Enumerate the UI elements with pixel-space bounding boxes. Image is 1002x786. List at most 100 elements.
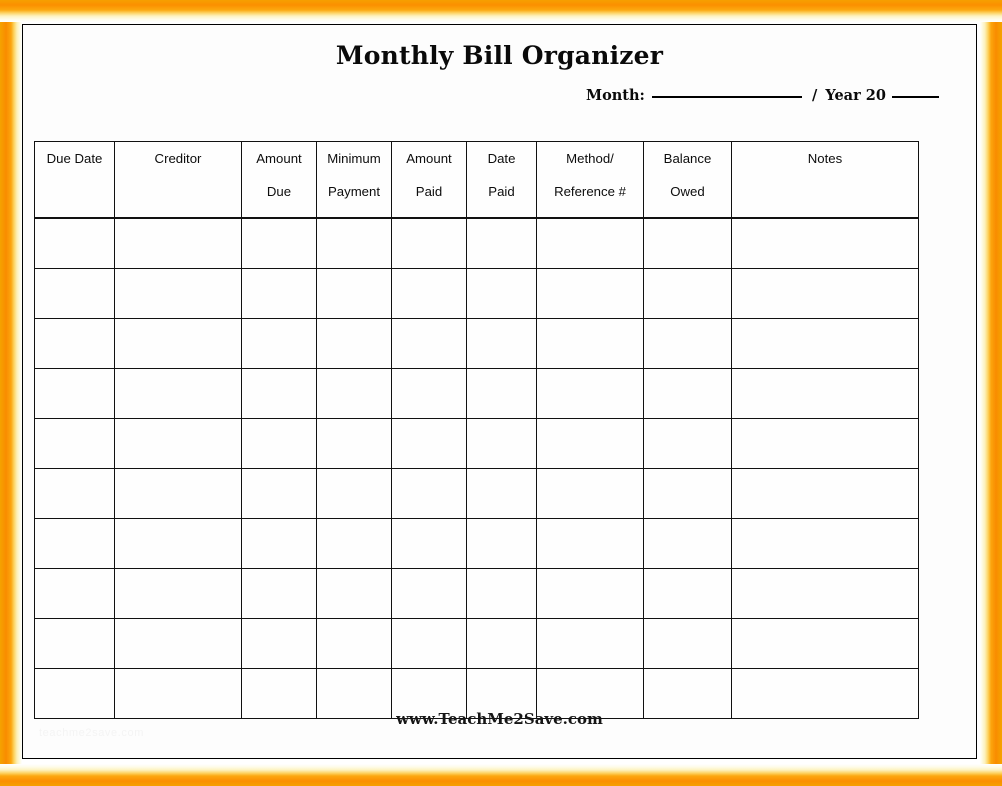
cell-amount_due[interactable]	[241, 217, 317, 269]
cell-amount_due[interactable]	[241, 418, 317, 469]
cell-creditor[interactable]	[114, 568, 242, 619]
cell-amount_paid[interactable]	[391, 518, 467, 569]
cell-due_date[interactable]	[34, 418, 115, 469]
cell-min_payment[interactable]	[316, 468, 392, 519]
year-label: Year 20	[825, 87, 886, 104]
printable-page: Monthly Bill Organizer Month: / Year 20	[22, 24, 977, 759]
cell-amount_paid[interactable]	[391, 318, 467, 369]
cell-date_paid[interactable]	[466, 368, 537, 419]
cell-method_ref[interactable]	[536, 268, 644, 319]
cell-amount_due[interactable]	[241, 568, 317, 619]
cell-balance_owed[interactable]	[643, 418, 732, 469]
cell-min_payment[interactable]	[316, 368, 392, 419]
cell-amount_paid[interactable]	[391, 418, 467, 469]
cell-due_date[interactable]	[34, 318, 115, 369]
cell-amount_due[interactable]	[241, 518, 317, 569]
cell-creditor[interactable]	[114, 468, 242, 519]
cell-amount_due[interactable]	[241, 318, 317, 369]
cell-amount_due[interactable]	[241, 368, 317, 419]
cell-method_ref[interactable]	[536, 468, 644, 519]
cell-method_ref[interactable]	[536, 618, 644, 669]
cell-creditor[interactable]	[114, 268, 242, 319]
cell-creditor[interactable]	[114, 418, 242, 469]
cell-creditor[interactable]	[114, 518, 242, 569]
cell-amount_paid[interactable]	[391, 217, 467, 269]
cell-notes[interactable]	[731, 268, 919, 319]
table-header: Due Date Creditor Amount Due Minimum Pay…	[34, 141, 919, 219]
watermark-text: teachme2save.com	[39, 727, 144, 739]
cell-method_ref[interactable]	[536, 318, 644, 369]
cell-min_payment[interactable]	[316, 217, 392, 269]
cell-creditor[interactable]	[114, 217, 242, 269]
cell-min_payment[interactable]	[316, 418, 392, 469]
column-header-line2: Reference #	[554, 184, 626, 199]
cell-creditor[interactable]	[114, 368, 242, 419]
cell-min_payment[interactable]	[316, 518, 392, 569]
cell-balance_owed[interactable]	[643, 618, 732, 669]
cell-amount_due[interactable]	[241, 618, 317, 669]
cell-method_ref[interactable]	[536, 418, 644, 469]
cell-amount_paid[interactable]	[391, 368, 467, 419]
cell-balance_owed[interactable]	[643, 568, 732, 619]
cell-creditor[interactable]	[114, 618, 242, 669]
cell-notes[interactable]	[731, 618, 919, 669]
cell-method_ref[interactable]	[536, 518, 644, 569]
cell-method_ref[interactable]	[536, 217, 644, 269]
cell-method_ref[interactable]	[536, 368, 644, 419]
cell-notes[interactable]	[731, 568, 919, 619]
cell-balance_owed[interactable]	[643, 518, 732, 569]
month-input-blank[interactable]	[651, 96, 802, 98]
column-header-line2: Paid	[488, 184, 515, 199]
cell-notes[interactable]	[731, 318, 919, 369]
column-header-date-paid: Date Paid	[466, 141, 537, 219]
table-row	[34, 518, 919, 569]
cell-notes[interactable]	[731, 468, 919, 519]
column-header-line1: Date	[487, 151, 516, 166]
cell-date_paid[interactable]	[466, 318, 537, 369]
cell-due_date[interactable]	[34, 268, 115, 319]
cell-date_paid[interactable]	[466, 418, 537, 469]
cell-date_paid[interactable]	[466, 618, 537, 669]
cell-notes[interactable]	[731, 368, 919, 419]
cell-due_date[interactable]	[34, 518, 115, 569]
cell-date_paid[interactable]	[466, 518, 537, 569]
cell-amount_paid[interactable]	[391, 268, 467, 319]
cell-notes[interactable]	[731, 217, 919, 269]
cell-min_payment[interactable]	[316, 618, 392, 669]
column-header-amount-due: Amount Due	[241, 141, 317, 219]
cell-min_payment[interactable]	[316, 568, 392, 619]
cell-date_paid[interactable]	[466, 568, 537, 619]
cell-amount_paid[interactable]	[391, 618, 467, 669]
cell-method_ref[interactable]	[536, 568, 644, 619]
cell-amount_paid[interactable]	[391, 468, 467, 519]
cell-due_date[interactable]	[34, 468, 115, 519]
table-row	[34, 418, 919, 469]
cell-amount_due[interactable]	[241, 268, 317, 319]
cell-date_paid[interactable]	[466, 468, 537, 519]
cell-balance_owed[interactable]	[643, 368, 732, 419]
column-header-line1: Minimum	[327, 151, 381, 166]
cell-min_payment[interactable]	[316, 268, 392, 319]
page-title: Monthly Bill Organizer	[335, 41, 664, 70]
cell-notes[interactable]	[731, 518, 919, 569]
cell-amount_paid[interactable]	[391, 568, 467, 619]
cell-notes[interactable]	[731, 418, 919, 469]
cell-balance_owed[interactable]	[643, 217, 732, 269]
cell-date_paid[interactable]	[466, 217, 537, 269]
cell-balance_owed[interactable]	[643, 318, 732, 369]
cell-due_date[interactable]	[34, 618, 115, 669]
cell-due_date[interactable]	[34, 568, 115, 619]
cell-date_paid[interactable]	[466, 268, 537, 319]
cell-amount_due[interactable]	[241, 468, 317, 519]
cell-balance_owed[interactable]	[643, 468, 732, 519]
cell-creditor[interactable]	[114, 318, 242, 369]
cell-due_date[interactable]	[34, 217, 115, 269]
column-header-line1: Balance	[663, 151, 712, 166]
cell-balance_owed[interactable]	[643, 268, 732, 319]
year-input-blank[interactable]	[892, 96, 939, 98]
cell-due_date[interactable]	[34, 368, 115, 419]
column-header-amount-paid: Amount Paid	[391, 141, 467, 219]
table-row	[34, 618, 919, 669]
table-row	[34, 468, 919, 519]
cell-min_payment[interactable]	[316, 318, 392, 369]
